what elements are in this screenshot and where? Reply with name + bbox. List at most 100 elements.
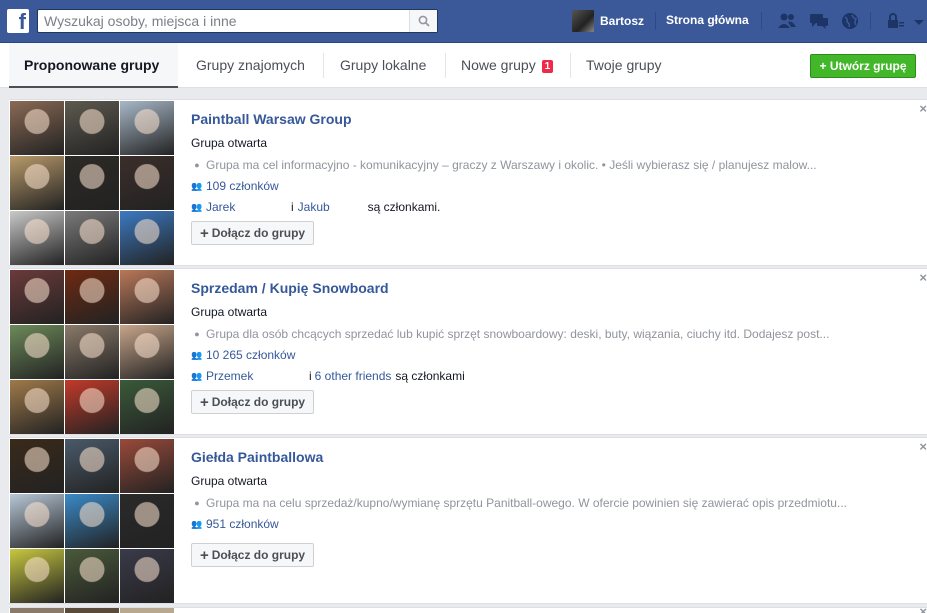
friends-icon: 👥 bbox=[191, 370, 203, 381]
messages-icon[interactable] bbox=[808, 11, 830, 31]
profile-link[interactable]: Bartosz bbox=[572, 10, 644, 32]
facebook-logo-icon[interactable]: f bbox=[7, 9, 29, 33]
plus-icon: + bbox=[200, 547, 209, 564]
members-count-link[interactable]: 109 członków bbox=[206, 179, 279, 193]
tab-friends-groups[interactable]: Grupy znajomych bbox=[196, 43, 305, 88]
tab-divider bbox=[445, 53, 446, 78]
notifications-globe-icon[interactable] bbox=[839, 11, 861, 31]
member-photo[interactable] bbox=[10, 380, 64, 434]
friend-link[interactable]: Przemek bbox=[206, 369, 309, 383]
friends-in-group-row: 👥 Jarek i Jakub są członkami. bbox=[191, 200, 440, 214]
member-photo[interactable] bbox=[120, 380, 174, 434]
member-photo[interactable] bbox=[120, 439, 174, 493]
member-photo[interactable] bbox=[65, 211, 119, 265]
member-photo[interactable] bbox=[10, 270, 64, 324]
connector-text: i bbox=[309, 369, 312, 383]
members-row: 👥 10 265 członków bbox=[191, 348, 295, 362]
close-icon[interactable]: × bbox=[919, 101, 927, 116]
notification-badge: 1 bbox=[541, 60, 554, 73]
close-icon[interactable]: × bbox=[919, 608, 927, 613]
member-photo[interactable] bbox=[120, 494, 174, 548]
tab-local-groups[interactable]: Grupy lokalne bbox=[340, 43, 426, 88]
info-icon: ● bbox=[194, 160, 200, 170]
member-photo bbox=[10, 608, 64, 613]
friend-link[interactable]: 6 other friends bbox=[315, 369, 392, 383]
top-navigation-bar: f Bartosz Strona główna bbox=[0, 0, 927, 43]
member-photo[interactable] bbox=[65, 549, 119, 603]
member-photo[interactable] bbox=[120, 325, 174, 379]
settings-dropdown-icon[interactable] bbox=[912, 11, 926, 31]
member-photo[interactable] bbox=[120, 211, 174, 265]
tab-new-groups[interactable]: Nowe grupy 1 bbox=[461, 43, 554, 88]
friends-icon: 👥 bbox=[191, 201, 203, 212]
member-photo[interactable] bbox=[10, 549, 64, 603]
member-photo[interactable] bbox=[120, 549, 174, 603]
group-description: Grupa ma cel informacyjno - komunikacyjn… bbox=[206, 158, 817, 172]
member-photo[interactable] bbox=[10, 325, 64, 379]
groups-tabs: Proponowane grupy Grupy znajomych Grupy … bbox=[0, 43, 927, 88]
search-icon bbox=[418, 15, 430, 27]
members-row: 👥 951 członków bbox=[191, 517, 279, 531]
nav-divider bbox=[870, 12, 871, 30]
join-label: Dołącz do grupy bbox=[211, 395, 306, 409]
member-photo[interactable] bbox=[65, 380, 119, 434]
create-group-button[interactable]: + Utwórz grupę bbox=[810, 54, 916, 78]
members-icon: 👥 bbox=[191, 518, 203, 529]
members-suffix: są członkami bbox=[395, 369, 465, 383]
member-photo[interactable] bbox=[65, 101, 119, 155]
members-icon: 👥 bbox=[191, 349, 203, 360]
member-photo[interactable] bbox=[10, 101, 64, 155]
member-photo[interactable] bbox=[65, 439, 119, 493]
next-group-card-partial: × bbox=[9, 607, 927, 613]
close-icon[interactable]: × bbox=[919, 439, 927, 454]
member-photos-grid bbox=[10, 270, 175, 435]
group-type: Grupa otwarta bbox=[191, 474, 268, 488]
group-description-row: ● Grupa ma cel informacyjno - komunikacy… bbox=[191, 158, 817, 172]
tab-label: Grupy lokalne bbox=[340, 57, 427, 73]
member-photo[interactable] bbox=[120, 156, 174, 210]
member-photos-grid bbox=[10, 101, 175, 266]
member-photo[interactable] bbox=[10, 439, 64, 493]
group-description: Grupa ma na celu sprzedaż/kupno/wymianę … bbox=[206, 496, 847, 510]
join-label: Dołącz do grupy bbox=[211, 226, 306, 240]
group-title[interactable]: Giełda Paintballowa bbox=[191, 449, 323, 465]
member-photo[interactable] bbox=[65, 325, 119, 379]
friend-requests-icon[interactable] bbox=[776, 11, 798, 31]
info-icon: ● bbox=[194, 498, 200, 508]
group-title[interactable]: Paintball Warsaw Group bbox=[191, 111, 352, 127]
info-icon: ● bbox=[194, 329, 200, 339]
member-photo[interactable] bbox=[10, 156, 64, 210]
members-count-link[interactable]: 10 265 członków bbox=[206, 348, 295, 362]
group-description-row: ● Grupa dla osób chcących sprzedać lub k… bbox=[191, 327, 829, 341]
member-photo bbox=[120, 608, 174, 613]
tab-label: Grupy znajomych bbox=[196, 57, 305, 73]
member-photo[interactable] bbox=[120, 101, 174, 155]
members-count-link[interactable]: 951 członków bbox=[206, 517, 279, 531]
member-photo[interactable] bbox=[65, 270, 119, 324]
join-group-button[interactable]: + Dołącz do grupy bbox=[191, 390, 315, 414]
close-icon[interactable]: × bbox=[919, 270, 927, 285]
join-group-button[interactable]: + Dołącz do grupy bbox=[191, 543, 315, 567]
join-group-button[interactable]: + Dołącz do grupy bbox=[191, 221, 315, 245]
nav-divider bbox=[761, 12, 762, 30]
friend-link[interactable]: Jarek bbox=[206, 200, 291, 214]
member-photos-grid bbox=[10, 439, 175, 604]
search-input[interactable] bbox=[38, 10, 408, 32]
tab-suggested-groups[interactable]: Proponowane grupy bbox=[9, 43, 178, 88]
member-photo[interactable] bbox=[120, 270, 174, 324]
connector-text: i bbox=[291, 200, 294, 214]
member-photo[interactable] bbox=[65, 494, 119, 548]
home-link[interactable]: Strona główna bbox=[666, 13, 749, 27]
member-photo[interactable] bbox=[10, 494, 64, 548]
create-group-label: Utwórz grupę bbox=[829, 59, 907, 73]
search-button[interactable] bbox=[409, 10, 437, 32]
tab-your-groups[interactable]: Twoje grupy bbox=[586, 43, 661, 88]
member-photo[interactable] bbox=[65, 156, 119, 210]
join-label: Dołącz do grupy bbox=[211, 548, 306, 562]
avatar bbox=[572, 10, 594, 32]
group-title[interactable]: Sprzedam / Kupię Snowboard bbox=[191, 280, 389, 296]
plus-icon: + bbox=[200, 394, 209, 411]
friend-link[interactable]: Jakub bbox=[298, 200, 368, 214]
member-photo[interactable] bbox=[10, 211, 64, 265]
privacy-lock-icon[interactable] bbox=[884, 11, 906, 31]
